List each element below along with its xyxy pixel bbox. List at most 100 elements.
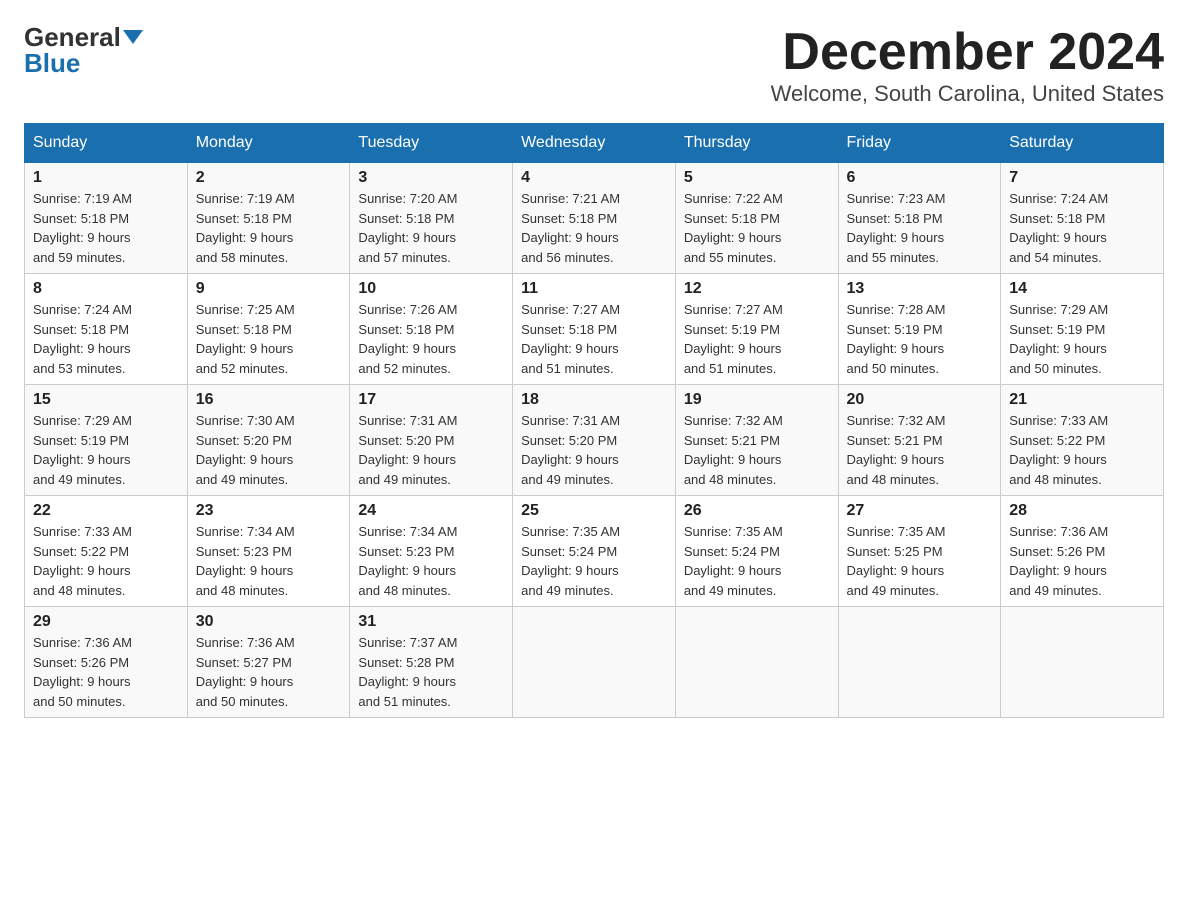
calendar-cell: 2 Sunrise: 7:19 AMSunset: 5:18 PMDaylight… [187, 163, 350, 274]
calendar-cell [513, 607, 676, 718]
calendar-header-thursday: Thursday [675, 124, 838, 163]
calendar-cell: 4 Sunrise: 7:21 AMSunset: 5:18 PMDaylight… [513, 163, 676, 274]
calendar-week-row: 1 Sunrise: 7:19 AMSunset: 5:18 PMDaylight… [25, 163, 1164, 274]
day-number: 25 [521, 502, 667, 520]
day-number: 18 [521, 391, 667, 409]
calendar-cell: 3 Sunrise: 7:20 AMSunset: 5:18 PMDaylight… [350, 163, 513, 274]
day-info: Sunrise: 7:34 AMSunset: 5:23 PMDaylight:… [196, 522, 342, 600]
calendar-week-row: 15Sunrise: 7:29 AMSunset: 5:19 PMDayligh… [25, 385, 1164, 496]
day-info: Sunrise: 7:34 AMSunset: 5:23 PMDaylight:… [358, 522, 504, 600]
calendar-week-row: 8 Sunrise: 7:24 AMSunset: 5:18 PMDaylight… [25, 274, 1164, 385]
calendar-cell: 21 Sunrise: 7:33 AMSunset: 5:22 PMDayligh… [1001, 385, 1164, 496]
day-number: 5 [684, 169, 830, 187]
day-info: Sunrise: 7:22 AMSunset: 5:18 PMDaylight:… [684, 189, 830, 267]
day-info: Sunrise: 7:29 AMSunset: 5:19 PMDaylight:… [33, 411, 179, 489]
calendar-cell: 6Sunrise: 7:23 AMSunset: 5:18 PMDaylight… [838, 163, 1001, 274]
day-info: Sunrise: 7:21 AMSunset: 5:18 PMDaylight:… [521, 189, 667, 267]
calendar-cell: 28 Sunrise: 7:36 AMSunset: 5:26 PMDayligh… [1001, 496, 1164, 607]
day-info: Sunrise: 7:25 AMSunset: 5:18 PMDaylight:… [196, 300, 342, 378]
calendar-cell: 10Sunrise: 7:26 AMSunset: 5:18 PMDayligh… [350, 274, 513, 385]
calendar-cell: 9 Sunrise: 7:25 AMSunset: 5:18 PMDaylight… [187, 274, 350, 385]
calendar-cell [1001, 607, 1164, 718]
day-number: 29 [33, 613, 179, 631]
day-number: 23 [196, 502, 342, 520]
calendar-header-saturday: Saturday [1001, 124, 1164, 163]
day-info: Sunrise: 7:24 AMSunset: 5:18 PMDaylight:… [33, 300, 179, 378]
day-info: Sunrise: 7:19 AMSunset: 5:18 PMDaylight:… [33, 189, 179, 267]
day-number: 14 [1009, 280, 1155, 298]
day-info: Sunrise: 7:35 AMSunset: 5:24 PMDaylight:… [521, 522, 667, 600]
day-number: 19 [684, 391, 830, 409]
calendar-cell: 14 Sunrise: 7:29 AMSunset: 5:19 PMDayligh… [1001, 274, 1164, 385]
day-number: 21 [1009, 391, 1155, 409]
month-title: December 2024 [771, 24, 1164, 81]
day-number: 3 [358, 169, 504, 187]
day-number: 17 [358, 391, 504, 409]
day-number: 6 [847, 169, 993, 187]
day-info: Sunrise: 7:35 AMSunset: 5:24 PMDaylight:… [684, 522, 830, 600]
calendar-header-wednesday: Wednesday [513, 124, 676, 163]
calendar-cell: 24 Sunrise: 7:34 AMSunset: 5:23 PMDayligh… [350, 496, 513, 607]
calendar-header-tuesday: Tuesday [350, 124, 513, 163]
day-info: Sunrise: 7:32 AMSunset: 5:21 PMDaylight:… [847, 411, 993, 489]
calendar-cell: 12 Sunrise: 7:27 AMSunset: 5:19 PMDayligh… [675, 274, 838, 385]
day-info: Sunrise: 7:35 AMSunset: 5:25 PMDaylight:… [847, 522, 993, 600]
day-number: 26 [684, 502, 830, 520]
calendar-cell: 11 Sunrise: 7:27 AMSunset: 5:18 PMDayligh… [513, 274, 676, 385]
calendar-cell: 20 Sunrise: 7:32 AMSunset: 5:21 PMDayligh… [838, 385, 1001, 496]
calendar-cell: 30Sunrise: 7:36 AMSunset: 5:27 PMDayligh… [187, 607, 350, 718]
calendar-cell: 1 Sunrise: 7:19 AMSunset: 5:18 PMDaylight… [25, 163, 188, 274]
calendar-cell: 16Sunrise: 7:30 AMSunset: 5:20 PMDayligh… [187, 385, 350, 496]
day-number: 20 [847, 391, 993, 409]
day-info: Sunrise: 7:29 AMSunset: 5:19 PMDaylight:… [1009, 300, 1155, 378]
calendar-header-monday: Monday [187, 124, 350, 163]
calendar-cell [838, 607, 1001, 718]
calendar-cell: 5 Sunrise: 7:22 AMSunset: 5:18 PMDaylight… [675, 163, 838, 274]
day-number: 22 [33, 502, 179, 520]
calendar-cell: 19 Sunrise: 7:32 AMSunset: 5:21 PMDayligh… [675, 385, 838, 496]
calendar-header-friday: Friday [838, 124, 1001, 163]
day-info: Sunrise: 7:37 AMSunset: 5:28 PMDaylight:… [358, 633, 504, 711]
day-info: Sunrise: 7:36 AMSunset: 5:26 PMDaylight:… [1009, 522, 1155, 600]
logo: General Blue [24, 24, 143, 76]
calendar-cell [675, 607, 838, 718]
calendar-cell: 29Sunrise: 7:36 AMSunset: 5:26 PMDayligh… [25, 607, 188, 718]
calendar-cell: 23 Sunrise: 7:34 AMSunset: 5:23 PMDayligh… [187, 496, 350, 607]
calendar-cell: 31 Sunrise: 7:37 AMSunset: 5:28 PMDayligh… [350, 607, 513, 718]
day-info: Sunrise: 7:30 AMSunset: 5:20 PMDaylight:… [196, 411, 342, 489]
calendar-cell: 8 Sunrise: 7:24 AMSunset: 5:18 PMDaylight… [25, 274, 188, 385]
calendar-cell: 27 Sunrise: 7:35 AMSunset: 5:25 PMDayligh… [838, 496, 1001, 607]
day-info: Sunrise: 7:27 AMSunset: 5:18 PMDaylight:… [521, 300, 667, 378]
day-info: Sunrise: 7:33 AMSunset: 5:22 PMDaylight:… [33, 522, 179, 600]
calendar-cell: 17 Sunrise: 7:31 AMSunset: 5:20 PMDayligh… [350, 385, 513, 496]
day-info: Sunrise: 7:31 AMSunset: 5:20 PMDaylight:… [358, 411, 504, 489]
logo-arrow-icon [123, 30, 143, 44]
calendar-cell: 13Sunrise: 7:28 AMSunset: 5:19 PMDayligh… [838, 274, 1001, 385]
day-number: 11 [521, 280, 667, 298]
calendar-cell: 18 Sunrise: 7:31 AMSunset: 5:20 PMDayligh… [513, 385, 676, 496]
calendar-week-row: 22 Sunrise: 7:33 AMSunset: 5:22 PMDayligh… [25, 496, 1164, 607]
day-info: Sunrise: 7:33 AMSunset: 5:22 PMDaylight:… [1009, 411, 1155, 489]
day-info: Sunrise: 7:26 AMSunset: 5:18 PMDaylight:… [358, 300, 504, 378]
day-number: 8 [33, 280, 179, 298]
day-number: 12 [684, 280, 830, 298]
day-number: 2 [196, 169, 342, 187]
calendar-cell: 7Sunrise: 7:24 AMSunset: 5:18 PMDaylight… [1001, 163, 1164, 274]
day-info: Sunrise: 7:24 AMSunset: 5:18 PMDaylight:… [1009, 189, 1155, 267]
day-number: 9 [196, 280, 342, 298]
day-number: 1 [33, 169, 179, 187]
day-number: 28 [1009, 502, 1155, 520]
day-info: Sunrise: 7:20 AMSunset: 5:18 PMDaylight:… [358, 189, 504, 267]
calendar-cell: 25 Sunrise: 7:35 AMSunset: 5:24 PMDayligh… [513, 496, 676, 607]
day-number: 31 [358, 613, 504, 631]
logo-general-text: General [24, 24, 121, 50]
day-info: Sunrise: 7:19 AMSunset: 5:18 PMDaylight:… [196, 189, 342, 267]
day-info: Sunrise: 7:32 AMSunset: 5:21 PMDaylight:… [684, 411, 830, 489]
day-number: 27 [847, 502, 993, 520]
day-number: 4 [521, 169, 667, 187]
day-info: Sunrise: 7:31 AMSunset: 5:20 PMDaylight:… [521, 411, 667, 489]
day-info: Sunrise: 7:28 AMSunset: 5:19 PMDaylight:… [847, 300, 993, 378]
calendar-cell: 15Sunrise: 7:29 AMSunset: 5:19 PMDayligh… [25, 385, 188, 496]
day-info: Sunrise: 7:27 AMSunset: 5:19 PMDaylight:… [684, 300, 830, 378]
day-number: 24 [358, 502, 504, 520]
